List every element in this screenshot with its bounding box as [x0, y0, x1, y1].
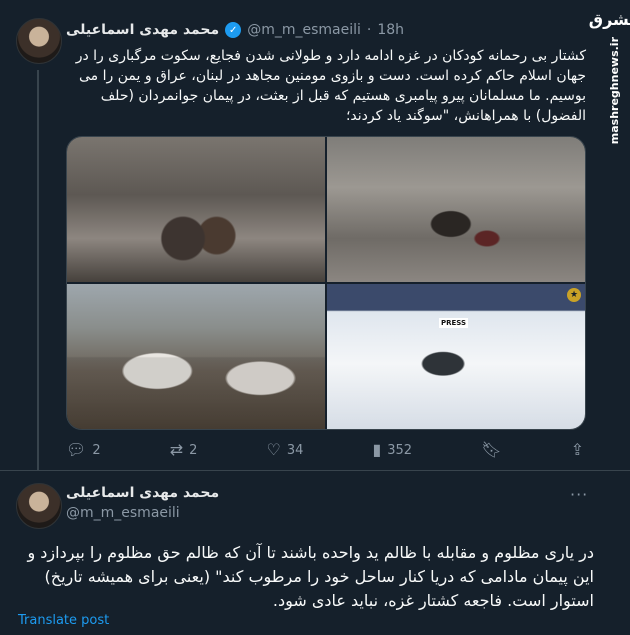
- thread-connector-line: [37, 70, 39, 470]
- watermark: مشرق mashreghnews.ir: [589, 0, 630, 160]
- more-options-icon[interactable]: ···: [570, 485, 588, 504]
- media-badge-icon: ★: [567, 288, 581, 302]
- photo-woman-children-fleeing[interactable]: [327, 137, 585, 282]
- watermark-url: mashreghnews.ir: [607, 37, 621, 145]
- avatar[interactable]: [16, 483, 62, 529]
- reply-icon: 💬︎: [66, 440, 87, 459]
- timestamp[interactable]: 18h: [377, 22, 404, 38]
- author-handle[interactable]: @m_m_esmaeili: [66, 505, 180, 521]
- photo-men-carrying-shrouds[interactable]: [67, 284, 325, 429]
- author-name[interactable]: محمد مهدی اسماعیلی: [66, 22, 219, 38]
- translate-post-link[interactable]: Translate post: [18, 613, 109, 628]
- author-handle[interactable]: @m_m_esmaeili: [247, 22, 361, 38]
- like-button[interactable]: ♡ 34: [266, 442, 303, 458]
- tweet-header: محمد مهدی اسماعیلی @m_m_esmaeili: [66, 485, 586, 525]
- share-button[interactable]: ⇪: [571, 442, 584, 458]
- heart-icon: ♡: [266, 440, 281, 459]
- bookmark-button[interactable]: 🔖︎: [481, 442, 501, 458]
- tweet-text: در یاری مظلوم و مقابله با ظالم ید واحده …: [27, 543, 594, 610]
- action-bar: 💬︎ 2 ⇄ 2 ♡ 34 ▮ 352 🔖︎ ⇪: [66, 440, 584, 460]
- reply-count: 2: [92, 442, 101, 458]
- tweet-reply[interactable]: محمد مهدی اسماعیلی @m_m_esmaeili ··· در …: [0, 471, 600, 635]
- retweet-count: 2: [189, 442, 198, 458]
- separator-dot: ·: [366, 22, 372, 38]
- reply-button[interactable]: 💬︎ 2: [66, 442, 101, 458]
- share-icon: ⇪: [570, 440, 584, 459]
- tweet-text: کشتار بی رحمانه کودکان در غزه ادامه دارد…: [75, 48, 586, 124]
- bookmark-icon: 🔖︎: [481, 440, 502, 459]
- retweet-button[interactable]: ⇄ 2: [170, 442, 198, 458]
- avatar[interactable]: [16, 18, 62, 64]
- like-count: 34: [286, 442, 304, 458]
- tweet-header: محمد مهدی اسماعیلی ✓ @m_m_esmaeili · 18h: [66, 20, 586, 40]
- view-count: 352: [387, 442, 413, 458]
- views-chart-icon: ▮: [372, 440, 382, 459]
- photo-shrouded-bodies-press-vest[interactable]: PRESS ★: [327, 284, 585, 429]
- media-grid: PRESS ★: [66, 136, 586, 430]
- retweet-icon: ⇄: [169, 440, 184, 459]
- views-button[interactable]: ▮ 352: [372, 442, 412, 458]
- photo-children-rubble[interactable]: [67, 137, 325, 282]
- author-name[interactable]: محمد مهدی اسماعیلی: [66, 485, 219, 501]
- press-vest-label: PRESS: [439, 318, 469, 328]
- verified-check-icon: ✓: [225, 22, 242, 38]
- tweet-main[interactable]: محمد مهدی اسماعیلی ✓ @m_m_esmaeili · 18h…: [0, 0, 600, 470]
